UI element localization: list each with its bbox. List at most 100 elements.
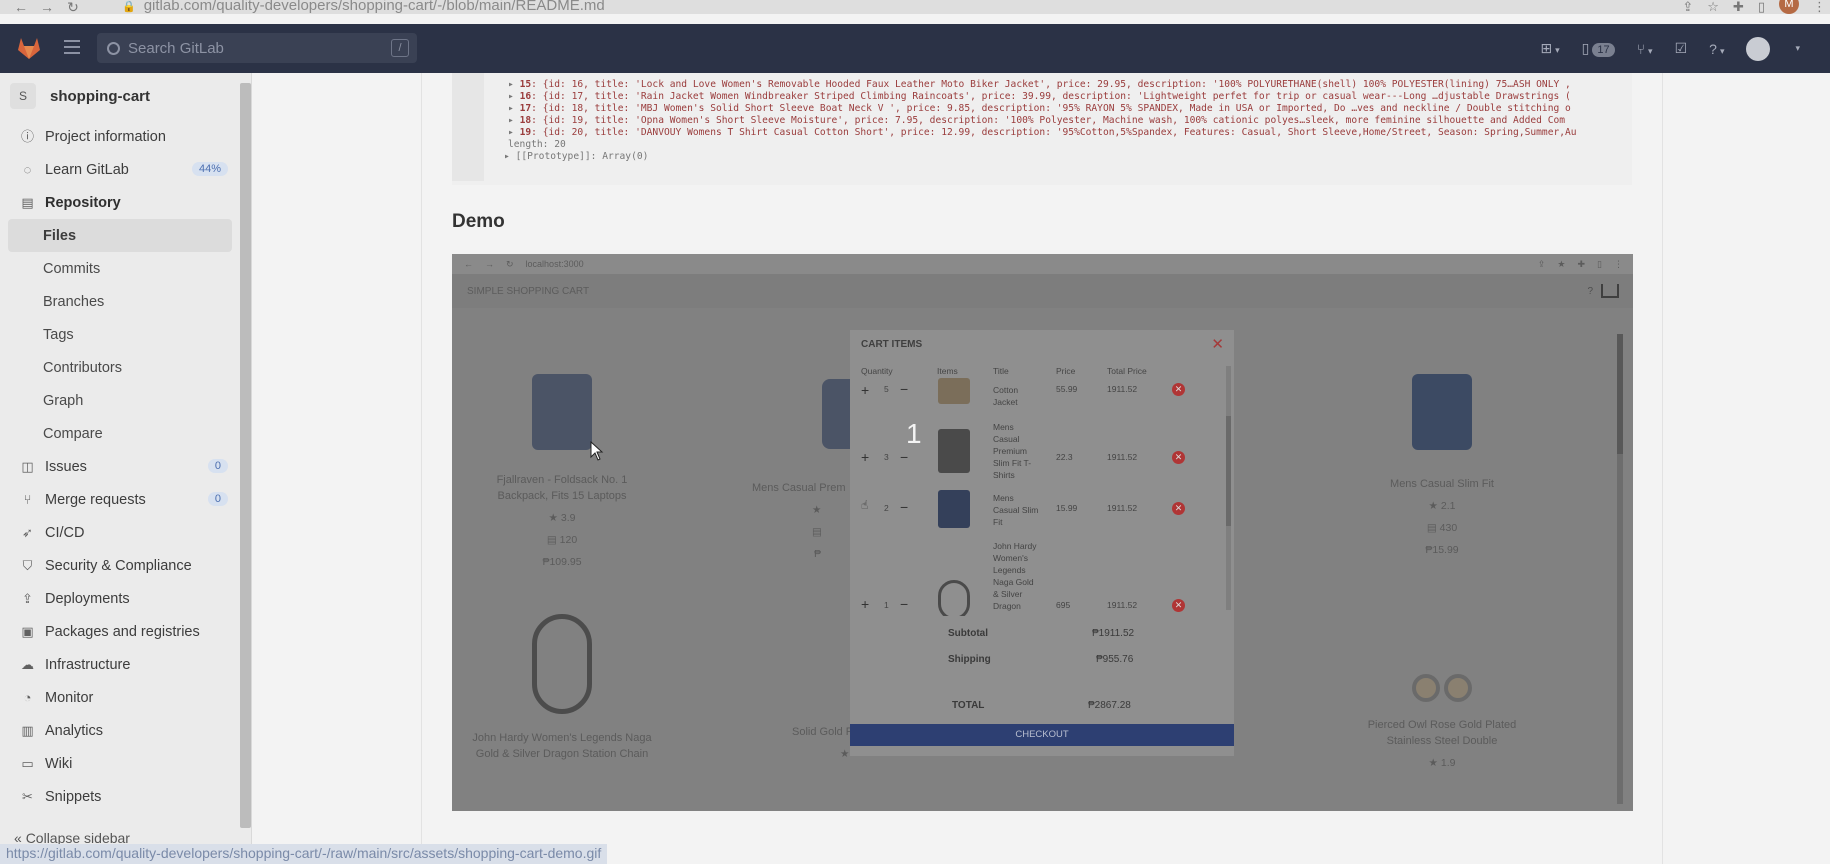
cart-item-title: John Hardy Women's Legends Naga Gold & S… xyxy=(993,541,1037,611)
gif-product-title: Mens Casual Slim Fit xyxy=(1390,478,1494,490)
merge-dropdown-icon[interactable]: ⑂ ▾ xyxy=(1637,41,1653,57)
code-prototype-line: ▸ [[Prototype]]: Array(0) xyxy=(504,151,649,162)
menu-icon[interactable]: ⋮ xyxy=(1813,0,1826,15)
sidepanel-icon[interactable]: ▯ xyxy=(1758,0,1765,15)
reload-icon[interactable]: ↻ xyxy=(60,0,86,14)
sidebar-item-label: Learn GitLab xyxy=(45,161,129,178)
sidebar-item-snippets[interactable]: ✂ Snippets xyxy=(0,780,240,813)
share-icon[interactable]: ⇪ xyxy=(1682,0,1693,15)
remove-item-icon[interactable]: ✕ xyxy=(1172,599,1185,612)
gif-product-title: John Hardy Women's Legends Naga Gold & S… xyxy=(472,732,652,760)
sidebar-item-label: Repository xyxy=(45,194,121,211)
sidebar-item-wiki[interactable]: ▭ Wiki xyxy=(0,747,240,780)
create-new-icon[interactable]: ⊞ ▾ xyxy=(1540,40,1559,57)
cart-row: + 1 − John Hardy Women's Legends Naga Go… xyxy=(850,540,1220,616)
sidebar-item-security[interactable]: ⛉ Security & Compliance xyxy=(0,549,240,582)
gif-product-image xyxy=(1412,374,1472,450)
sidebar-item-learn-gitlab[interactable]: ◌ Learn GitLab 44% xyxy=(0,153,240,186)
increase-quantity-icon[interactable]: + xyxy=(861,596,869,612)
cart-modal[interactable]: CART ITEMS ✕ Quantity Items Title Price … xyxy=(850,330,1234,756)
cart-item-title: Cotton Jacket xyxy=(993,385,1019,407)
todos-icon[interactable]: ☑ xyxy=(1675,40,1688,57)
sidebar-item-label: Merge requests xyxy=(45,491,146,508)
sidebar-item-analytics[interactable]: ▥ Analytics xyxy=(0,714,240,747)
decrease-quantity-icon[interactable]: − xyxy=(900,499,908,515)
click-counter-overlay: 1 xyxy=(906,418,922,449)
increase-quantity-icon[interactable]: + xyxy=(861,449,869,465)
sidebar-item-commits[interactable]: Commits xyxy=(0,252,240,285)
sidebar-item-label: Analytics xyxy=(45,722,104,739)
sidebar-item-issues[interactable]: ◫ Issues 0 xyxy=(0,450,240,483)
sidebar-item-compare[interactable]: Compare xyxy=(0,417,240,450)
remove-item-icon[interactable]: ✕ xyxy=(1172,502,1185,515)
code-line: ▸ 16: {id: 17, title: 'Rain Jacket Women… xyxy=(508,91,1571,102)
decrease-quantity-icon[interactable]: − xyxy=(900,381,908,397)
search-icon xyxy=(107,41,120,55)
star-icon[interactable]: ☆ xyxy=(1707,0,1719,15)
sidebar-item-files[interactable]: Files xyxy=(8,219,232,252)
gif-product-card: John Hardy Women's Legends Naga Gold & S… xyxy=(472,730,652,762)
sidebar-item-label: Branches xyxy=(43,293,105,310)
decrease-quantity-icon[interactable]: − xyxy=(900,449,908,465)
cart-item-price: 22.3 xyxy=(1056,452,1073,462)
gif-product-card: Fjallraven - Foldsack No. 1 Backpack, Fi… xyxy=(472,472,652,570)
sidebar-item-graph[interactable]: Graph xyxy=(0,384,240,417)
gif-scrollbar xyxy=(1617,334,1623,804)
decrease-quantity-icon[interactable]: − xyxy=(900,596,908,612)
sidebar-item-tags[interactable]: Tags xyxy=(0,318,240,351)
sidebar-item-infrastructure[interactable]: ☁ Infrastructure xyxy=(0,648,240,681)
sidebar-item-branches[interactable]: Branches xyxy=(0,285,240,318)
code-line: ▸ 17: {id: 18, title: 'MBJ Women's Solid… xyxy=(508,103,1571,114)
screen: ← → ↻ 🔒 gitlab.com/quality-developers/sho… xyxy=(0,0,1830,864)
sidebar-item-contributors[interactable]: Contributors xyxy=(0,351,240,384)
profile-avatar[interactable]: M xyxy=(1779,0,1799,14)
merge-requests-icon[interactable]: ▯ 17 xyxy=(1582,40,1615,57)
gif-product-title: Mens Casual Prem xyxy=(752,482,846,494)
hamburger-menu-icon[interactable] xyxy=(64,40,80,54)
gif-product-card: Mens Casual Slim Fit ★ 2.1 ▤ 430 ₱15.99 xyxy=(1352,476,1532,558)
gif-product-image xyxy=(1412,674,1440,702)
increase-quantity-icon[interactable]: + xyxy=(861,382,869,398)
sidebar-item-deployments[interactable]: ⇪ Deployments xyxy=(0,582,240,615)
sidebar-item-merge-requests[interactable]: ⑂ Merge requests 0 xyxy=(0,483,240,516)
console-output-image: ▸ 15: {id: 16, title: 'Lock and Love Wom… xyxy=(452,73,1632,185)
gif-product-title: Pierced Owl Rose Gold Plated Stainless S… xyxy=(1367,719,1517,747)
help-icon[interactable]: ? ▾ xyxy=(1709,41,1724,57)
sidebar-item-label: Commits xyxy=(43,260,101,277)
search-input[interactable]: Search GitLab / xyxy=(97,33,417,63)
remove-item-icon[interactable]: ✕ xyxy=(1172,451,1185,464)
extensions-icon[interactable]: ✚ xyxy=(1733,0,1744,15)
sidebar-scrollbar[interactable] xyxy=(240,83,251,828)
sidebar-item-packages[interactable]: ▣ Packages and registries xyxy=(0,615,240,648)
forward-icon[interactable]: → xyxy=(34,0,60,14)
gif-product-image xyxy=(1444,674,1472,702)
gif-product-image xyxy=(532,374,592,450)
gitlab-logo-icon[interactable] xyxy=(16,36,42,60)
gif-product-image xyxy=(532,614,592,714)
sidebar-item-ci-cd[interactable]: ➶ CI/CD xyxy=(0,516,240,549)
sidebar-item-repository[interactable]: ▤ Repository xyxy=(0,186,240,219)
modal-scrollbar[interactable] xyxy=(1226,366,1231,610)
sidebar-item-label: Security & Compliance xyxy=(45,557,192,574)
close-icon[interactable]: ✕ xyxy=(1211,335,1224,353)
project-header[interactable]: S shopping-cart xyxy=(10,83,150,109)
gif-app-header: SIMPLE SHOPPING CART xyxy=(452,274,1633,308)
quantity-value: 1 xyxy=(884,600,889,610)
gif-product-price: ₱109.95 xyxy=(542,556,582,568)
address-bar[interactable]: 🔒 gitlab.com/quality-developers/shopping-… xyxy=(122,0,605,14)
cart-item-total: 1911.52 xyxy=(1107,600,1138,610)
user-menu-caret-icon[interactable]: ▾ xyxy=(1795,43,1800,54)
sidebar-item-project-information[interactable]: ⓘ Project information xyxy=(0,120,240,153)
hand-cursor-icon[interactable]: ☝ xyxy=(861,498,868,512)
cart-item-image xyxy=(938,429,970,473)
remove-item-icon[interactable]: ✕ xyxy=(1172,383,1185,396)
back-icon[interactable]: ← xyxy=(8,0,34,14)
sidebar-item-monitor[interactable]: ◔ Monitor xyxy=(0,681,240,714)
cart-item-total: 1911.52 xyxy=(1107,452,1138,462)
checkout-button[interactable]: CHECKOUT xyxy=(850,724,1234,746)
monitor-icon: ◔ xyxy=(23,690,32,705)
sidebar-item-label: Wiki xyxy=(45,755,73,772)
search-shortcut-hint: / xyxy=(391,39,409,57)
merge-icon: ⑂ xyxy=(23,492,32,507)
user-avatar[interactable] xyxy=(1746,36,1771,61)
